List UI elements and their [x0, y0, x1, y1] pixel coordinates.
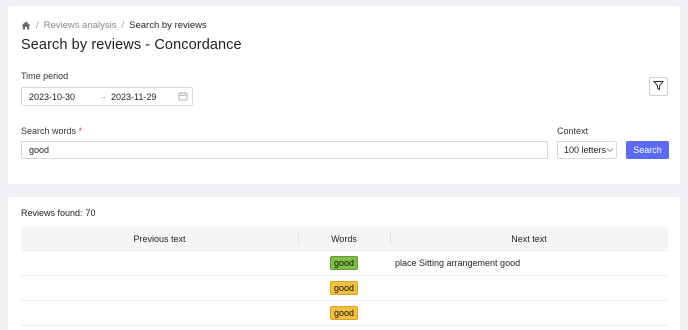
previous-text-cell — [21, 251, 298, 275]
column-header-words[interactable]: Words — [298, 227, 390, 250]
words-cell: good — [298, 301, 390, 325]
reviews-found: Reviews found: 70 — [21, 208, 96, 218]
table-row[interactable]: good place Sitting arrangement good — [21, 251, 668, 276]
home-icon[interactable] — [21, 21, 31, 30]
previous-text-cell — [21, 276, 298, 300]
breadcrumb-item-current: Search by reviews — [129, 20, 207, 31]
word-tag: good — [329, 281, 359, 295]
date-start-field[interactable]: 2023-10-30 — [29, 92, 75, 102]
concordance-table: Previous text Words Next text good place… — [21, 227, 668, 326]
chevron-down-icon — [606, 146, 614, 156]
table-row[interactable]: good — [21, 276, 668, 301]
next-text-cell — [390, 276, 668, 300]
word-tag: good — [329, 256, 359, 270]
calendar-icon — [178, 91, 188, 103]
context-select[interactable]: 100 letters — [557, 141, 617, 159]
results-panel: Reviews found: 70 Previous text Words Ne… — [8, 197, 680, 330]
search-panel: / Reviews analysis / Search by reviews S… — [8, 6, 680, 184]
page-title: Search by reviews - Concordance — [21, 37, 242, 53]
search-button[interactable]: Search — [626, 141, 669, 159]
reviews-found-label: Reviews found: — [21, 208, 83, 218]
words-cell: good — [298, 276, 390, 300]
breadcrumb-item-reviews-analysis[interactable]: Reviews analysis — [44, 20, 117, 31]
next-text-cell: place Sitting arrangement good — [395, 258, 521, 268]
breadcrumb: / Reviews analysis / Search by reviews — [21, 20, 207, 31]
filter-icon — [652, 78, 665, 96]
table-row[interactable]: good — [21, 301, 668, 326]
date-end-field[interactable]: 2023-11-29 — [111, 92, 156, 102]
arrow-right-icon: → — [98, 91, 107, 101]
filter-button[interactable] — [649, 77, 668, 96]
search-words-input[interactable] — [21, 141, 548, 159]
column-header-previous[interactable]: Previous text — [21, 227, 298, 250]
table-header: Previous text Words Next text — [21, 227, 668, 251]
word-tag: good — [329, 306, 359, 320]
breadcrumb-separator: / — [36, 20, 39, 31]
search-words-label-text: Search words — [21, 126, 77, 136]
time-period-label: Time period — [21, 71, 69, 81]
reviews-found-count: 70 — [85, 208, 96, 218]
search-words-label: Search words * — [21, 126, 82, 136]
words-cell: good — [298, 251, 390, 275]
breadcrumb-separator: / — [121, 20, 125, 31]
context-select-value: 100 letters — [564, 145, 607, 155]
context-label: Context — [557, 126, 589, 136]
next-text-cell — [390, 301, 668, 325]
previous-text-cell — [21, 301, 298, 325]
required-mark: * — [78, 126, 83, 136]
column-header-next[interactable]: Next text — [390, 227, 668, 250]
date-range-picker[interactable]: 2023-10-30 → 2023-11-29 — [21, 87, 193, 106]
